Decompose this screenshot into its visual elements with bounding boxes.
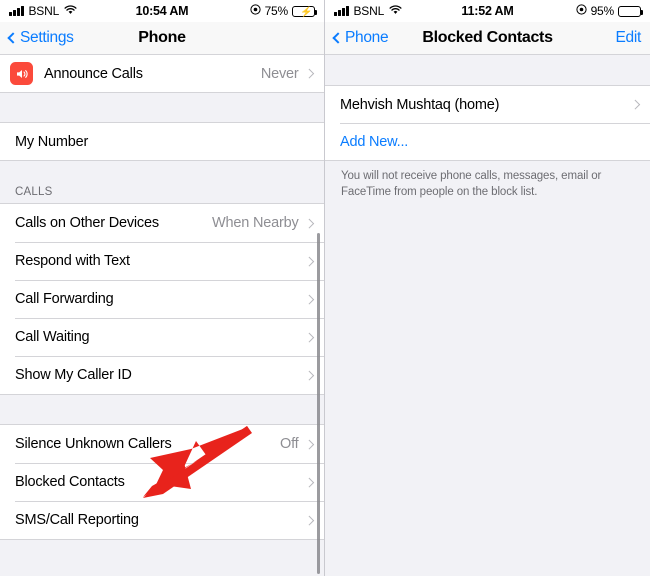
vertical-scrollbar[interactable] bbox=[317, 233, 320, 574]
row-accessory: When Nearby bbox=[212, 215, 316, 231]
battery-percent-label: 95% bbox=[590, 4, 615, 18]
row-accessory bbox=[630, 99, 643, 110]
row-accessory: Never bbox=[261, 66, 316, 82]
row-accessory bbox=[304, 370, 317, 380]
chevron-right-icon bbox=[304, 477, 314, 487]
page-title: Blocked Contacts bbox=[422, 29, 553, 46]
row-value: Off bbox=[280, 436, 299, 452]
row-label: Blocked Contacts bbox=[15, 474, 125, 490]
right-phone-screen: BSNL 11:52 AM 95% Phone Blocked Contacts… bbox=[325, 0, 650, 576]
row-silence-unknown-callers[interactable]: Silence Unknown Callers Off bbox=[0, 425, 324, 463]
calls-group: Calls on Other Devices When Nearby Respo… bbox=[0, 203, 324, 395]
chevron-right-icon bbox=[630, 99, 640, 110]
row-accessory bbox=[304, 515, 317, 525]
row-label: Show My Caller ID bbox=[15, 367, 132, 383]
blocked-contacts-footer-note: You will not receive phone calls, messag… bbox=[341, 170, 602, 198]
location-services-icon bbox=[575, 2, 587, 20]
row-label: Silence Unknown Callers bbox=[15, 436, 172, 452]
row-label: Mehvish Mushtaq (home) bbox=[340, 96, 500, 113]
row-label: Call Forwarding bbox=[15, 291, 114, 307]
calls-section-header-area: CALLS bbox=[0, 161, 324, 203]
left-status-bar: BSNL 10:54 AM 75% ⚡ bbox=[0, 0, 324, 22]
row-announce-calls[interactable]: Announce Calls Never bbox=[0, 55, 324, 92]
row-call-waiting[interactable]: Call Waiting bbox=[0, 318, 324, 356]
location-services-icon bbox=[249, 2, 261, 20]
row-label: SMS/Call Reporting bbox=[15, 512, 139, 528]
row-value: Never bbox=[260, 65, 299, 82]
chevron-right-icon bbox=[304, 294, 314, 304]
section-gap-1 bbox=[0, 93, 324, 122]
row-label: Calls on Other Devices bbox=[15, 215, 159, 231]
row-call-forwarding[interactable]: Call Forwarding bbox=[0, 280, 324, 318]
left-settings-list: Announce Calls Never My Number CALLS Cal… bbox=[0, 55, 324, 576]
row-respond-with-text[interactable]: Respond with Text bbox=[0, 242, 324, 280]
right-status-bar: BSNL 11:52 AM 95% bbox=[325, 0, 650, 22]
row-accessory bbox=[304, 294, 317, 304]
row-accessory: Off bbox=[280, 436, 316, 452]
left-phone-screen: BSNL 10:54 AM 75% ⚡ Settings Phone Annou… bbox=[0, 0, 325, 576]
blocked-list-group: Mehvish Mushtaq (home) Add New... bbox=[325, 85, 650, 161]
status-bar-right: 75% ⚡ bbox=[249, 2, 318, 20]
top-gap bbox=[325, 55, 650, 85]
row-label: My Number bbox=[15, 133, 89, 150]
blocking-group: Silence Unknown Callers Off Blocked Cont… bbox=[0, 424, 324, 540]
chevron-right-icon bbox=[304, 256, 314, 266]
chevron-right-icon bbox=[304, 439, 314, 449]
row-sms-call-reporting[interactable]: SMS/Call Reporting bbox=[0, 501, 324, 539]
chevron-right-icon bbox=[304, 68, 314, 79]
row-show-my-caller-id[interactable]: Show My Caller ID bbox=[0, 356, 324, 394]
screenshot-root: BSNL 10:54 AM 75% ⚡ Settings Phone Annou… bbox=[0, 0, 650, 576]
row-blocked-contacts[interactable]: Blocked Contacts bbox=[0, 463, 324, 501]
row-calls-on-other-devices[interactable]: Calls on Other Devices When Nearby bbox=[0, 204, 324, 242]
right-nav-bar: Phone Blocked Contacts Edit bbox=[325, 22, 650, 55]
blocked-contacts-list: Mehvish Mushtaq (home) Add New... You wi… bbox=[325, 55, 650, 576]
speaker-announce-icon bbox=[10, 62, 33, 85]
left-nav-bar: Settings Phone bbox=[0, 22, 324, 55]
row-accessory bbox=[304, 477, 317, 487]
battery-percent-label: 75% bbox=[264, 4, 289, 18]
chevron-right-icon bbox=[304, 515, 314, 525]
row-label: Add New... bbox=[340, 133, 409, 150]
row-value: When Nearby bbox=[212, 215, 299, 231]
chevron-right-icon bbox=[304, 218, 314, 228]
row-label: Call Waiting bbox=[15, 329, 90, 345]
battery-charging-icon: ⚡ bbox=[292, 5, 318, 18]
row-label: Announce Calls bbox=[44, 65, 143, 82]
row-label: Respond with Text bbox=[15, 253, 130, 269]
announce-calls-group: Announce Calls Never bbox=[0, 55, 324, 93]
section-header-calls: CALLS bbox=[15, 186, 53, 198]
row-blocked-contact[interactable]: Mehvish Mushtaq (home) bbox=[325, 86, 650, 123]
row-accessory bbox=[304, 256, 317, 266]
status-bar-right: 95% bbox=[575, 2, 644, 20]
row-add-new[interactable]: Add New... bbox=[325, 123, 650, 160]
row-accessory bbox=[304, 332, 317, 342]
edit-button[interactable]: Edit bbox=[615, 29, 641, 47]
chevron-right-icon bbox=[304, 370, 314, 380]
row-my-number[interactable]: My Number bbox=[0, 123, 324, 160]
my-number-group: My Number bbox=[0, 122, 324, 161]
battery-icon bbox=[618, 5, 644, 17]
chevron-right-icon bbox=[304, 332, 314, 342]
page-title: Phone bbox=[138, 29, 186, 46]
section-gap-2 bbox=[0, 395, 324, 424]
